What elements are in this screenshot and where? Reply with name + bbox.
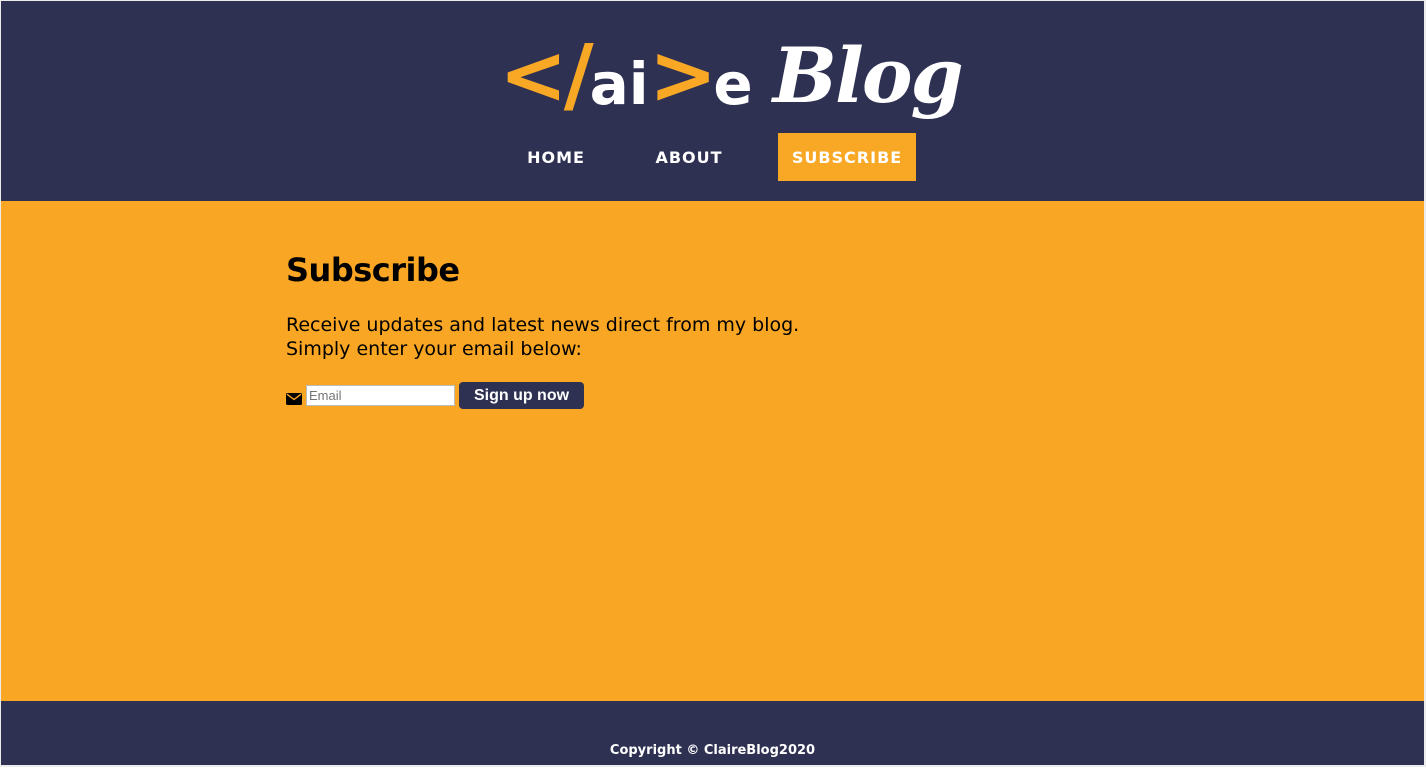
- nav-home-link[interactable]: HOME: [512, 133, 600, 181]
- copyright-text: Copyright © ClaireBlog2020: [609, 743, 816, 758]
- logo-letters-mid: ai: [589, 50, 649, 118]
- envelope-icon: [286, 390, 302, 405]
- site-footer: Copyright © ClaireBlog2020: [1, 701, 1424, 765]
- site-header: </ ai > e Blog HOME ABOUT SUBSCRIBE: [1, 1, 1424, 201]
- logo-letter-end: e: [713, 50, 753, 118]
- email-input[interactable]: [306, 385, 455, 406]
- logo-word-blog: Blog: [772, 31, 964, 120]
- logo-close-bracket: >: [648, 28, 718, 123]
- site-logo[interactable]: </ ai > e Blog: [499, 28, 964, 123]
- intro-line-1: Receive updates and latest news direct f…: [286, 314, 800, 336]
- nav-about-link[interactable]: ABOUT: [600, 133, 778, 181]
- signup-form: Sign up now: [286, 382, 584, 409]
- main-content: Subscribe Receive updates and latest new…: [1, 201, 1424, 701]
- sign-up-button[interactable]: Sign up now: [459, 382, 584, 409]
- intro-line-2: Simply enter your email below:: [286, 338, 582, 360]
- logo-open-bracket: </: [499, 28, 594, 123]
- page-title: Subscribe: [286, 251, 460, 289]
- main-nav: HOME ABOUT SUBSCRIBE: [512, 133, 916, 181]
- intro-text: Receive updates and latest news direct f…: [286, 313, 799, 361]
- nav-subscribe-link[interactable]: SUBSCRIBE: [778, 133, 916, 181]
